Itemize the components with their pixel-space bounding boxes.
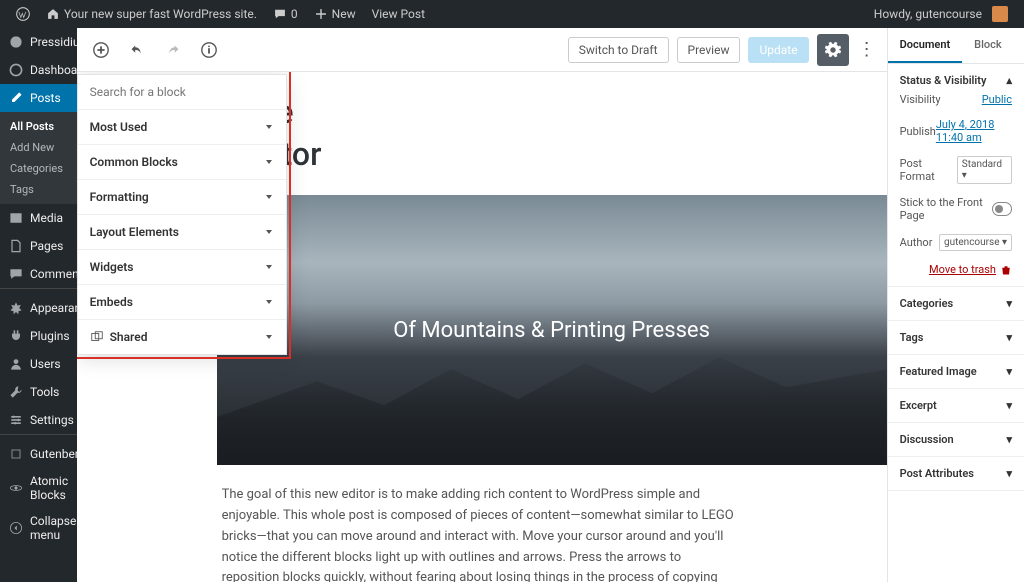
view-post-link[interactable]: View Post [364,7,433,21]
editor-main: Switch to Draft Preview Update ⋮ to theg… [77,28,887,582]
new-link[interactable]: New [306,7,364,21]
switch-draft-button[interactable]: Switch to Draft [568,37,669,63]
chevron-down-icon: ▾ [1006,331,1012,344]
inserter-cat-layout[interactable]: Layout Elements [78,215,286,250]
more-options-button[interactable]: ⋮ [857,39,877,60]
site-home[interactable]: Your new super fast WordPress site. [38,7,265,21]
chevron-up-icon: ▴ [1006,74,1012,87]
inserter-cat-most-used[interactable]: Most Used [78,110,286,145]
panel-categories[interactable]: Categories▾ [900,297,1012,310]
tab-block[interactable]: Block [962,28,1013,63]
menu-media[interactable]: Media [0,204,77,232]
inserter-cat-shared[interactable]: Shared [78,320,286,354]
panel-excerpt[interactable]: Excerpt▾ [900,399,1012,412]
block-inserter-popover: Most Used Common Blocks Formatting Layou… [77,74,287,355]
panel-header-status[interactable]: Status & Visibility▴ [900,74,1012,87]
add-block-button[interactable] [87,36,115,64]
submenu-tags[interactable]: Tags [0,179,77,200]
panel-tags[interactable]: Tags▾ [900,331,1012,344]
menu-tools[interactable]: Tools [0,378,77,406]
admin-sidebar: Pressidium Dashboard Posts All Posts Add… [0,28,77,582]
chevron-down-icon: ▾ [1006,467,1012,480]
paragraph-block[interactable]: The goal of this new editor is to make a… [202,485,762,582]
sticky-toggle[interactable] [992,202,1012,216]
submenu-all-posts[interactable]: All Posts [0,116,77,137]
avatar [992,6,1008,22]
cover-heading[interactable]: Of Mountains & Printing Presses [393,318,710,343]
menu-gutenberg[interactable]: Gutenberg [0,440,77,468]
collapse-menu[interactable]: Collapse menu [0,508,77,548]
chevron-down-icon: ▾ [1006,365,1012,378]
preview-button[interactable]: Preview [677,37,741,63]
admin-top-bar: Your new super fast WordPress site. 0 Ne… [0,0,1024,28]
menu-comments[interactable]: Comments [0,260,77,288]
settings-gear-button[interactable] [817,34,849,66]
menu-plugins[interactable]: Plugins [0,322,77,350]
inserter-cat-formatting[interactable]: Formatting [78,180,286,215]
menu-posts[interactable]: Posts [0,84,77,112]
move-to-trash-link[interactable]: Move to trash [900,257,1012,276]
chevron-down-icon: ▾ [1006,433,1012,446]
cover-block[interactable]: Of Mountains & Printing Presses [217,195,887,465]
menu-atomic-blocks[interactable]: Atomic Blocks [0,468,77,508]
post-title[interactable]: to theg Editor [212,92,752,175]
panel-featured-image[interactable]: Featured Image▾ [900,365,1012,378]
howdy-user[interactable]: Howdy, gutencourse [866,6,1016,22]
menu-appearance[interactable]: Appearance [0,294,77,322]
close-sidebar-button[interactable]: ✕ [1014,28,1024,63]
inserter-cat-common-blocks[interactable]: Common Blocks [78,145,286,180]
panel-discussion[interactable]: Discussion▾ [900,433,1012,446]
block-search-input[interactable] [78,75,286,110]
submenu-add-new[interactable]: Add New [0,137,77,158]
update-button[interactable]: Update [748,37,808,63]
wp-logo[interactable] [8,7,38,21]
submenu-categories[interactable]: Categories [0,158,77,179]
editor-canvas: to theg Editor Of Mountains & Printing P… [77,72,887,582]
inserter-cat-embeds[interactable]: Embeds [78,285,286,320]
settings-sidebar: Document Block ✕ Status & Visibility▴ Vi… [887,28,1024,582]
post-format-select[interactable]: Standard ▾ [957,156,1012,184]
chevron-down-icon: ▾ [1006,297,1012,310]
comments-link[interactable]: 0 [265,7,306,21]
menu-pressidium[interactable]: Pressidium [0,28,77,56]
author-select[interactable]: gutencourse ▾ [939,234,1012,251]
redo-button[interactable] [159,36,187,64]
menu-dashboard[interactable]: Dashboard [0,56,77,84]
publish-date-link[interactable]: July 4, 2018 11:40 am [936,118,1012,144]
visibility-link[interactable]: Public [982,93,1012,106]
panel-post-attributes[interactable]: Post Attributes▾ [900,467,1012,480]
menu-settings[interactable]: Settings [0,406,77,434]
inserter-cat-widgets[interactable]: Widgets [78,250,286,285]
submenu-posts: All Posts Add New Categories Tags [0,112,77,204]
editor-toolbar: Switch to Draft Preview Update ⋮ [77,28,887,72]
menu-pages[interactable]: Pages [0,232,77,260]
menu-users[interactable]: Users [0,350,77,378]
tab-document[interactable]: Document [888,28,963,63]
chevron-down-icon: ▾ [1006,399,1012,412]
panel-status-visibility: Status & Visibility▴ VisibilityPublic Pu… [888,64,1024,287]
undo-button[interactable] [123,36,151,64]
info-button[interactable] [195,36,223,64]
